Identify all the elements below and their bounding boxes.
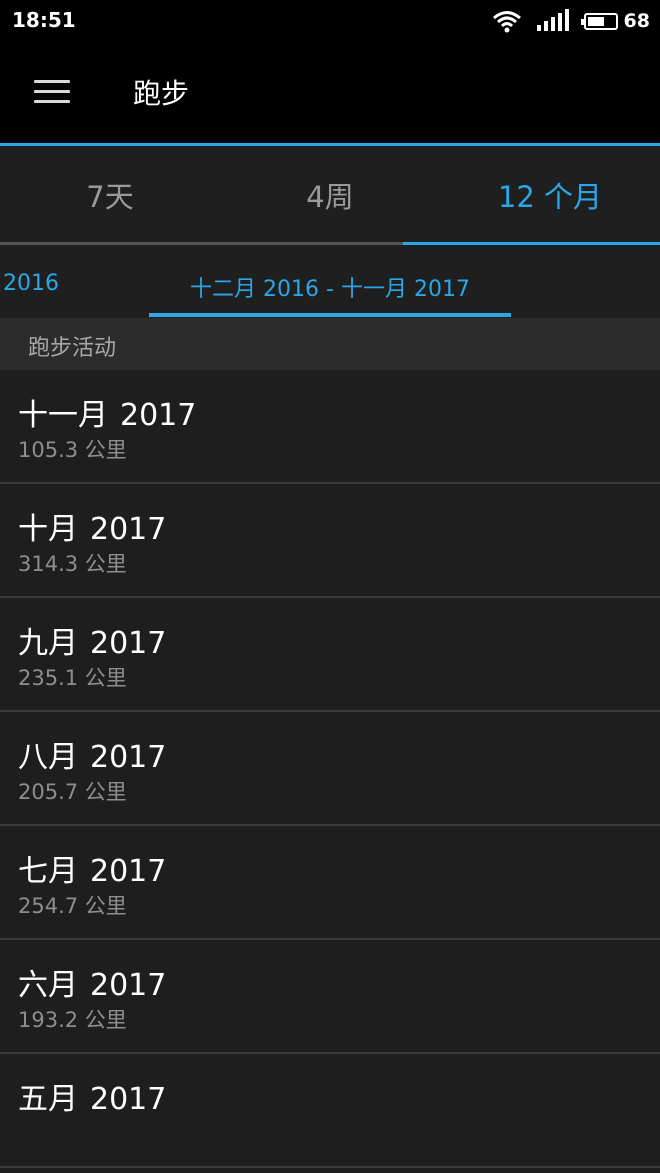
distance-label: 235.1 公里 [18,666,127,690]
period-indicator [149,313,511,317]
tab-4-weeks[interactable]: 4周 [220,146,440,243]
list-item[interactable]: 十月 2017 314.3 公里 [0,484,660,598]
list-item[interactable]: 五月 2017 [0,1054,660,1168]
distance-label: 254.7 公里 [18,894,127,918]
section-title: 跑步活动 [28,336,117,361]
month-label: 十一月 [18,398,108,433]
list-item[interactable]: 七月 2017 254.7 公里 [0,826,660,940]
activity-list: 十一月 2017 105.3 公里 十月 2017 314.3 公里 九月 2017 … [0,370,660,1168]
page-title: 跑步 [133,77,190,110]
menu-icon[interactable] [34,80,70,104]
month-label: 十月 [18,512,78,547]
month-label: 八月 [18,740,78,775]
distance-label: 193.2 公里 [18,1008,127,1032]
app-bar: 跑步 [0,42,660,143]
year-label: 2017 [120,398,197,433]
year-label: 2017 [90,1082,167,1117]
signal-icon [536,9,569,31]
status-bar: 18:51 68 [0,0,660,42]
list-item[interactable]: 六月 2017 193.2 公里 [0,940,660,1054]
period-selector: 2016 十二月 2016 - 十一月 2017 [0,245,660,318]
wifi-icon [492,11,521,33]
list-item[interactable]: 八月 2017 205.7 公里 [0,712,660,826]
month-label: 五月 [18,1082,78,1117]
year-label: 2017 [90,854,167,889]
distance-label: 205.7 公里 [18,780,127,804]
period-current[interactable]: 十二月 2016 - 十一月 2017 [149,271,511,303]
month-label: 七月 [18,854,78,889]
distance-label: 105.3 公里 [18,438,127,462]
month-label: 九月 [18,626,78,661]
status-icons: 68 [492,6,650,36]
year-label: 2017 [90,512,167,547]
status-time: 18:51 [12,8,76,32]
year-label: 2017 [90,626,167,661]
list-item[interactable]: 十一月 2017 105.3 公里 [0,370,660,484]
tab-12-months[interactable]: 12 个月 [440,146,660,243]
year-label: 2017 [90,740,167,775]
period-previous[interactable]: 2016 [3,271,59,296]
battery-icon [580,12,618,30]
list-item[interactable]: 九月 2017 235.1 公里 [0,598,660,712]
tab-7-days[interactable]: 7天 [0,146,220,243]
battery-level: 68 [623,10,650,32]
section-header: 跑步活动 [0,318,660,370]
battery-indicator: 68 [580,10,650,32]
range-tabs: 7天 4周 12 个月 [0,146,660,243]
month-label: 六月 [18,968,78,1003]
distance-label: 314.3 公里 [18,552,127,576]
year-label: 2017 [90,968,167,1003]
